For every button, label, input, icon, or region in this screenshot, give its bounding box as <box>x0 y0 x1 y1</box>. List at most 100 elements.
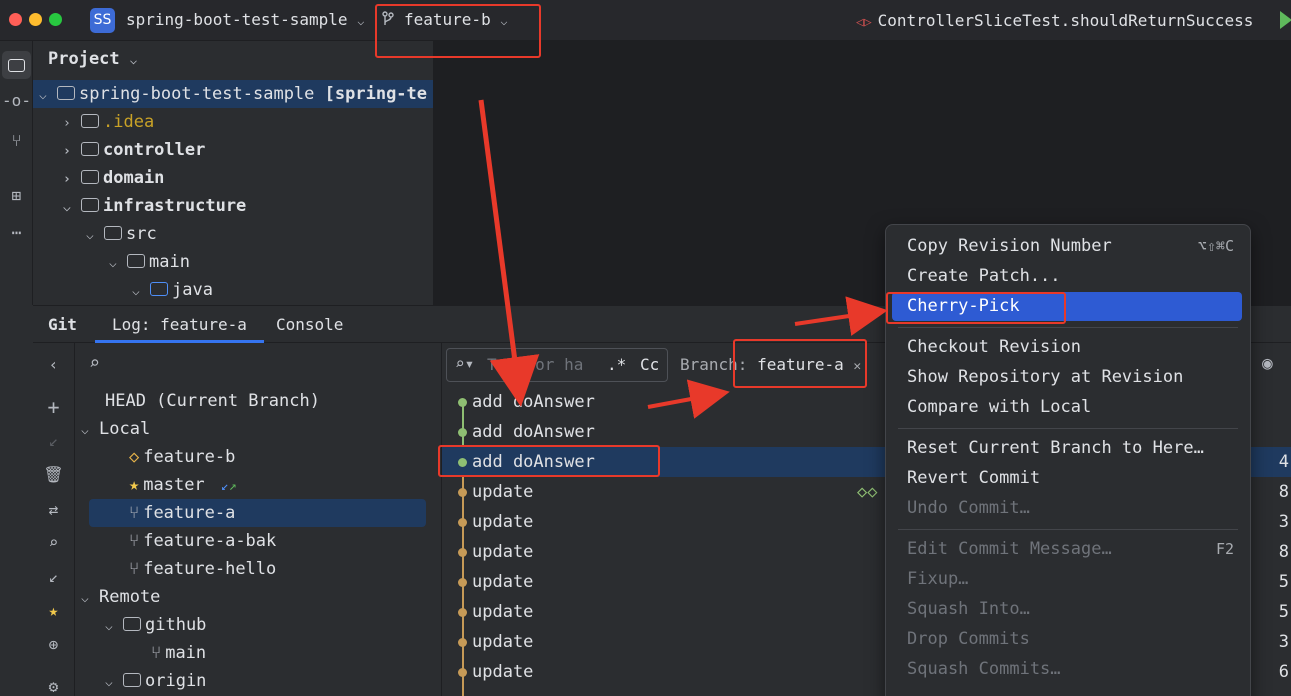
tag-icon: ◇ <box>129 447 140 467</box>
folder-icon <box>123 617 141 631</box>
branch-row-master[interactable]: ★ master ↙↗ <box>129 471 237 499</box>
project-switcher[interactable]: spring-boot-test-sample ⌵ <box>126 10 364 29</box>
commit-message: update <box>472 662 534 682</box>
match-case-toggle[interactable]: Cc <box>640 355 659 374</box>
menu-item-checkout-revision[interactable]: Checkout Revision <box>892 333 1242 362</box>
branch-group-remote[interactable]: ⌵ Remote <box>81 583 160 611</box>
commit-hash: 5 <box>1278 602 1289 622</box>
tree-label: src <box>126 224 157 244</box>
close-window-button[interactable] <box>9 13 22 26</box>
project-badge: SS <box>90 8 115 33</box>
branch-search-icon[interactable]: ⌕ <box>89 353 100 374</box>
commit-message: add doAnswer <box>472 422 595 442</box>
delete-branch-icon[interactable]: 🗑 <box>37 465 70 484</box>
tree-row-idea[interactable]: › .idea <box>63 108 154 136</box>
search-icon[interactable]: ⌕ <box>37 533 70 552</box>
annotation-box-cherry-pick <box>886 292 1066 324</box>
tree-row-main[interactable]: ⌵ main <box>109 248 190 276</box>
settings-icon[interactable]: ⚙ <box>37 677 70 696</box>
git-tool-title: Git <box>48 315 77 334</box>
run-icon[interactable] <box>1280 11 1291 29</box>
menu-item-edit-message[interactable]: Edit Commit Message… F2 <box>892 535 1242 564</box>
menu-item-squash-into[interactable]: Squash Into… <box>892 595 1242 624</box>
chevron-down-icon: ⌵ <box>105 675 113 690</box>
commit-node <box>458 578 467 587</box>
menu-label: Undo Commit… <box>907 498 1030 518</box>
regex-toggle[interactable]: .* <box>607 355 626 374</box>
menu-item-reset-branch[interactable]: Reset Current Branch to Here… <box>892 434 1242 463</box>
incoming-outgoing-icon: ↙↗ <box>220 479 237 494</box>
tree-row-java[interactable]: ⌵ java <box>132 276 213 304</box>
git-branch-icon: ⑂ <box>151 643 162 663</box>
menu-item-undo-commit[interactable]: Undo Commit… <box>892 494 1242 523</box>
menu-item-revert-commit[interactable]: Revert Commit <box>892 464 1242 493</box>
pull-requests-icon[interactable]: ⑂ <box>0 131 33 150</box>
menu-label: Compare with Local <box>907 397 1092 417</box>
chevron-down-icon: ⌵ <box>81 591 89 606</box>
project-panel-title[interactable]: Project ⌵ <box>48 49 137 69</box>
tree-row-domain[interactable]: › domain <box>63 164 164 192</box>
tab-console[interactable]: Console <box>276 306 343 343</box>
git-side-toolbar: ‹ + ↙ 🗑 ⇄ ⌕ ↙ ★ ⊕ ⚙ <box>33 343 75 696</box>
tree-row-src[interactable]: ⌵ src <box>86 220 157 248</box>
menu-label: Fixup… <box>907 569 969 589</box>
eye-icon[interactable]: ◉ <box>1262 353 1273 374</box>
log-search-box[interactable]: ⌕▾ Text or ha .* Cc <box>446 348 668 382</box>
chevron-down-icon: ⌵ <box>132 284 140 299</box>
remote-origin[interactable]: ⌵ origin <box>105 667 206 695</box>
project-tool-icon[interactable] <box>2 51 31 79</box>
menu-item-create-patch[interactable]: Create Patch... <box>892 262 1242 291</box>
tree-label: spring-boot-test-sample <box>79 84 315 104</box>
commit-message: update <box>472 482 534 502</box>
branch-row-github-main[interactable]: ⑂ main <box>151 639 206 667</box>
annotation-box-branch <box>375 4 541 58</box>
commit-node <box>458 608 467 617</box>
update-branch-icon[interactable]: ↙ <box>37 431 70 450</box>
commit-message: update <box>472 602 534 622</box>
menu-item-drop-commits[interactable]: Drop Commits <box>892 625 1242 654</box>
chevron-down-icon: ⌵ <box>86 228 94 243</box>
favorite-star-icon: ★ <box>129 475 140 495</box>
menu-label: Create Patch... <box>907 266 1061 286</box>
commit-hash: 8 <box>1278 542 1289 562</box>
chevron-left-icon[interactable]: ‹ <box>37 355 70 374</box>
branch-row-feature-hello[interactable]: ⑂ feature-hello <box>129 555 276 583</box>
folder-icon <box>127 254 145 268</box>
branch-group-local[interactable]: ⌵ Local <box>81 415 150 443</box>
fetch-icon[interactable]: ↙ <box>37 567 70 586</box>
commit-message: add doAnswer <box>472 392 595 412</box>
git-branch-icon: ⑂ <box>129 503 140 523</box>
branch-row-feature-b[interactable]: ◇ feature-b <box>129 443 235 471</box>
menu-label: Squash Into… <box>907 599 1030 619</box>
commit-tool-icon[interactable]: -o- <box>0 91 33 110</box>
minimize-window-button[interactable] <box>29 13 42 26</box>
tree-label: .idea <box>103 112 155 132</box>
more-tools-icon[interactable]: ⋯ <box>0 223 33 242</box>
zoom-window-button[interactable] <box>49 13 62 26</box>
compare-branches-icon[interactable]: ⇄ <box>37 500 70 519</box>
folder-icon <box>81 114 99 128</box>
tree-row-controller[interactable]: › controller <box>63 136 205 164</box>
menu-item-squash-commits[interactable]: Squash Commits… <box>892 655 1242 684</box>
run-configuration-selector[interactable]: ◁▷ ControllerSliceTest.shouldReturnSucces… <box>856 11 1253 30</box>
branch-row-head[interactable]: HEAD (Current Branch) <box>105 387 320 415</box>
structure-tool-icon[interactable]: ⊞ <box>0 186 33 205</box>
menu-item-copy-revision[interactable]: Copy Revision Number ⌥⇧⌘C <box>892 232 1242 261</box>
project-name: spring-boot-test-sample <box>126 10 348 29</box>
chevron-down-icon: ⌵ <box>129 53 138 67</box>
menu-item-fixup[interactable]: Fixup… <box>892 565 1242 594</box>
menu-label: Drop Commits <box>907 629 1030 649</box>
locate-icon[interactable]: ⊕ <box>37 635 70 654</box>
menu-item-compare-local[interactable]: Compare with Local <box>892 393 1242 422</box>
remote-github[interactable]: ⌵ github <box>105 611 206 639</box>
tree-row-infrastructure[interactable]: ⌵ infrastructure <box>63 192 246 220</box>
favorite-star-icon[interactable]: ★ <box>37 601 70 620</box>
add-branch-icon[interactable]: + <box>37 395 70 419</box>
tool-window-strip: -o- ⑂ ⊞ ⋯ <box>0 41 33 305</box>
branch-label: main <box>165 643 207 663</box>
branch-row-feature-a[interactable]: ⑂ feature-a <box>89 499 426 527</box>
tab-log[interactable]: Log: feature-a <box>95 306 264 343</box>
branch-row-feature-a-bak[interactable]: ⑂ feature-a-bak <box>129 527 276 555</box>
tree-row-root[interactable]: ⌵ spring-boot-test-sample [spring-te <box>33 80 433 108</box>
menu-item-show-repository[interactable]: Show Repository at Revision <box>892 363 1242 392</box>
